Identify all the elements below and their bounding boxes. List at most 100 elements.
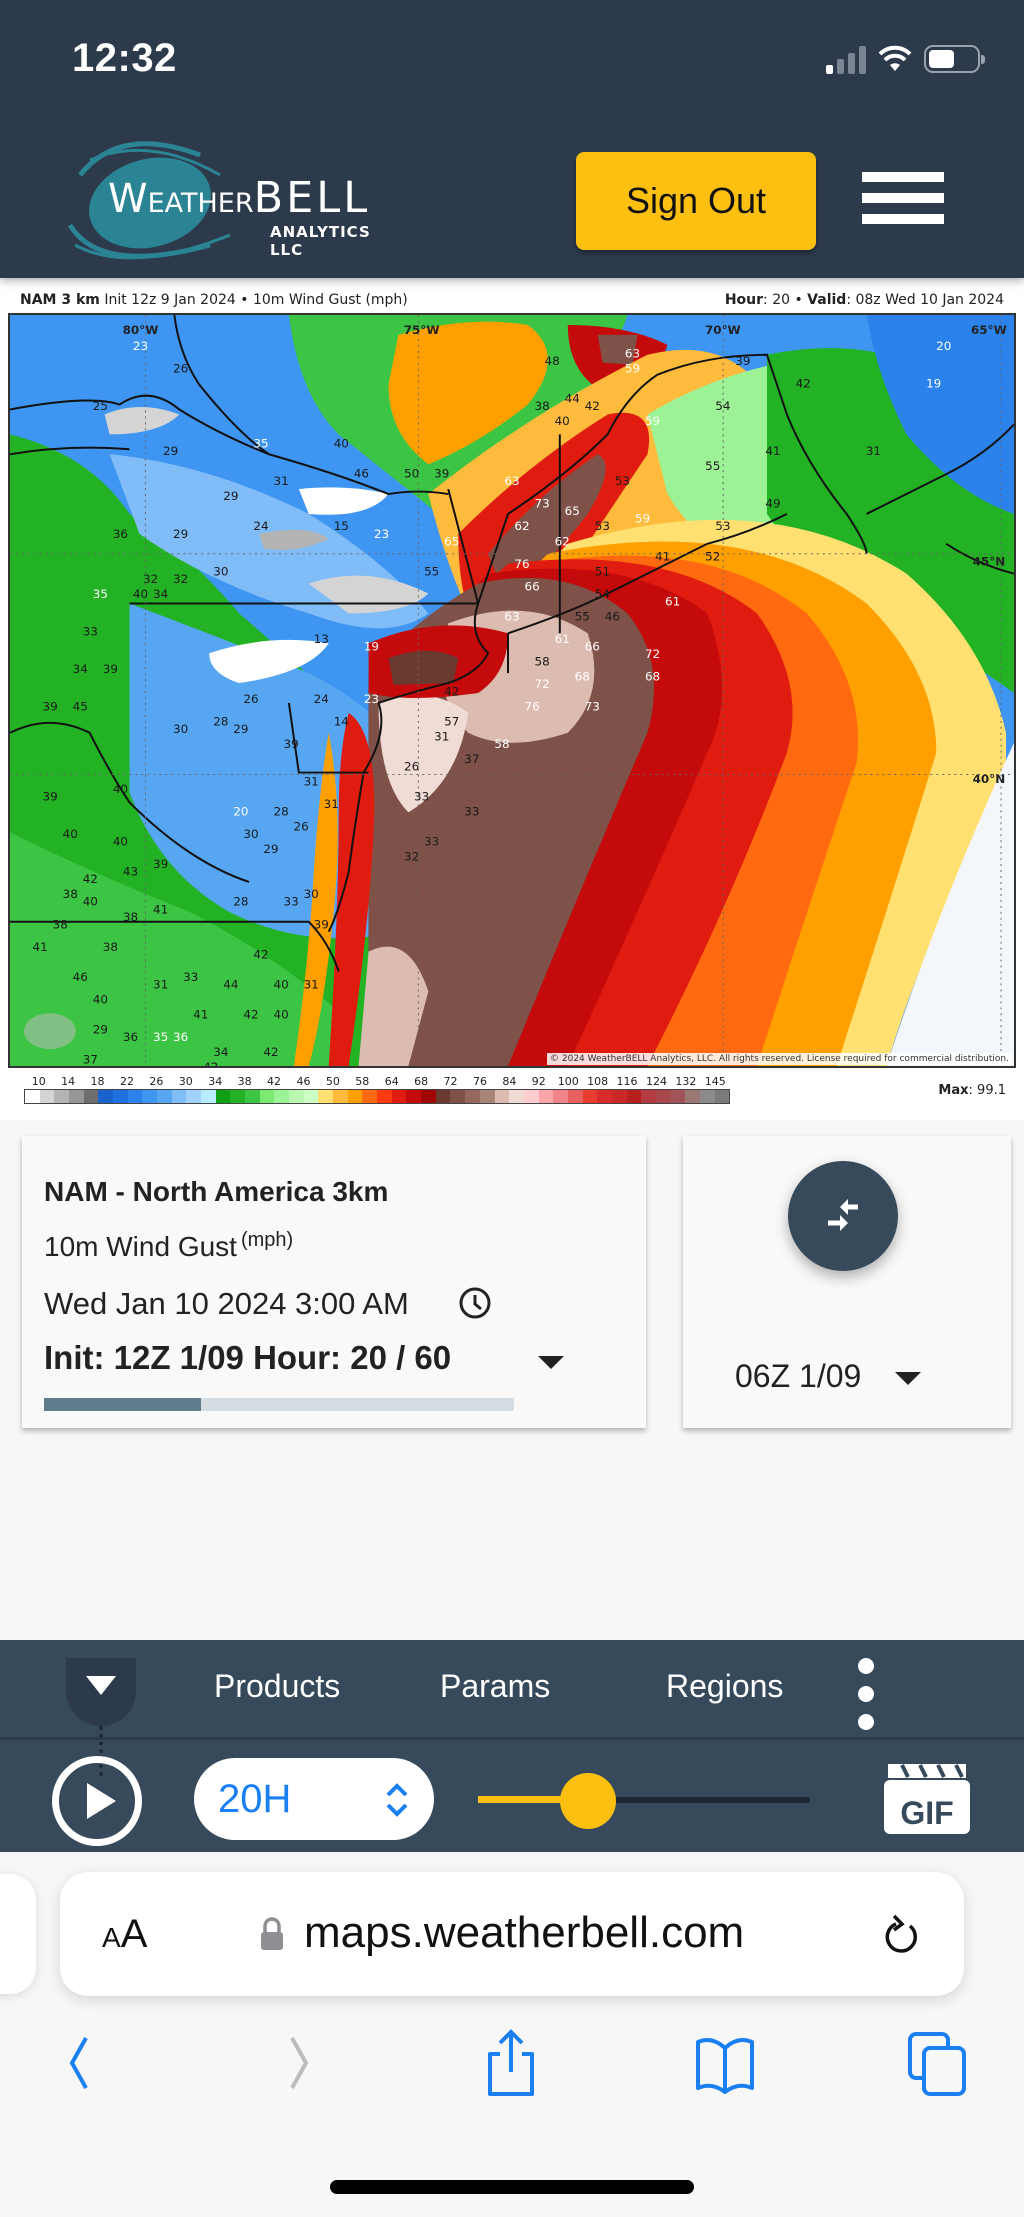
station-value: 34: [153, 587, 168, 601]
station-value: 66: [585, 639, 600, 653]
tab-params[interactable]: Params: [440, 1668, 550, 1705]
forecast-map-panel: NAM 3 km Init 12z 9 Jan 2024 • 10m Wind …: [0, 280, 1024, 1120]
station-value: 39: [735, 354, 750, 368]
station-value: 23: [364, 692, 379, 706]
clock-icon[interactable]: [458, 1286, 492, 1320]
station-value: 23: [374, 527, 389, 541]
station-value: 35: [153, 1030, 168, 1044]
station-value: 29: [93, 1022, 108, 1036]
battery-icon: [924, 45, 985, 73]
station-value: 38: [53, 917, 68, 931]
previous-tab-peek[interactable]: [0, 1874, 36, 1994]
station-value: 49: [765, 497, 780, 511]
back-icon[interactable]: [56, 2028, 122, 2098]
hamburger-menu-icon[interactable]: [862, 172, 944, 228]
share-icon[interactable]: [478, 2028, 544, 2098]
colorbar-swatch: [641, 1090, 656, 1103]
hour-dropdown-caret-icon[interactable]: [538, 1356, 564, 1369]
station-value: 35: [93, 587, 108, 601]
station-value: 46: [354, 467, 369, 481]
tabs-icon[interactable]: [904, 2028, 970, 2098]
station-value: 23: [133, 339, 148, 353]
colorbar-swatch: [699, 1090, 715, 1103]
station-value: 36: [113, 527, 128, 541]
station-value: 76: [524, 700, 539, 714]
station-value: 33: [424, 835, 439, 849]
station-value: 59: [645, 414, 660, 428]
compare-button[interactable]: [788, 1161, 898, 1271]
grid-label: 65°W: [971, 323, 1007, 337]
colorbar-label: 84: [502, 1075, 517, 1088]
station-value: 39: [43, 700, 58, 714]
grid-label: 80°W: [123, 323, 159, 337]
colorbar-label: 116: [616, 1075, 638, 1088]
collapse-toggle[interactable]: [66, 1658, 136, 1726]
forward-icon[interactable]: [272, 2028, 338, 2098]
play-icon: [87, 1783, 116, 1819]
colorbar-swatch: [714, 1090, 730, 1103]
address-bar[interactable]: AA maps.weatherbell.com: [60, 1872, 964, 1996]
station-value: 63: [504, 474, 519, 488]
reload-icon[interactable]: [880, 1912, 926, 1962]
weatherbell-logo[interactable]: WEATHERBELL ANALYTICS LLC: [60, 135, 400, 265]
station-value: 26: [243, 692, 258, 706]
station-value: 42: [444, 684, 459, 698]
init-hour-selector[interactable]: Init: 12Z 1/09 Hour: 20 / 60: [44, 1339, 451, 1377]
time-slider[interactable]: [478, 1773, 810, 1829]
url-text[interactable]: maps.weatherbell.com: [304, 1908, 744, 1958]
status-time: 12:32: [72, 36, 177, 80]
home-indicator: [330, 2180, 694, 2194]
station-value: 54: [595, 587, 610, 601]
station-value: 38: [535, 399, 550, 413]
colorbar-label: 76: [472, 1075, 487, 1088]
bookmarks-icon[interactable]: [692, 2028, 758, 2098]
tab-products[interactable]: Products: [214, 1668, 340, 1705]
app-header: 12:32 WEATHERBELL ANALYTICS LLC Sign Out: [0, 0, 1024, 278]
station-value: 25: [93, 399, 108, 413]
station-value: 40: [63, 827, 78, 841]
sign-out-button[interactable]: Sign Out: [576, 152, 816, 250]
map-watermark-logo: [23, 1013, 76, 1050]
station-value: 31: [304, 977, 319, 991]
station-value: 53: [595, 519, 610, 533]
station-value: 43: [123, 865, 138, 879]
play-button[interactable]: [52, 1756, 142, 1846]
station-value: 20: [233, 805, 248, 819]
colorbar-swatch: [25, 1090, 40, 1103]
reader-text-size-button[interactable]: AA: [102, 1912, 147, 1957]
station-value: 41: [153, 902, 168, 916]
colorbar-swatch: [142, 1090, 158, 1103]
station-value: 33: [284, 895, 299, 909]
field-brown-sne: [388, 650, 459, 686]
station-value: 28: [273, 805, 288, 819]
colorbar-swatch: [186, 1090, 202, 1103]
station-value: 40: [113, 782, 128, 796]
station-value: 59: [635, 512, 650, 526]
more-options-icon[interactable]: [854, 1658, 878, 1738]
station-value: 61: [665, 594, 680, 608]
run-dropdown-caret-icon[interactable]: [895, 1372, 921, 1385]
colorbar-label: 46: [296, 1075, 311, 1088]
cellular-signal-icon: [826, 44, 866, 74]
station-value: 42: [203, 1060, 218, 1068]
station-value: 40: [93, 992, 108, 1006]
lock-icon: [261, 1917, 283, 1950]
station-value: 33: [183, 970, 198, 984]
gif-export-icon[interactable]: GIF: [882, 1762, 972, 1836]
tab-regions[interactable]: Regions: [666, 1668, 783, 1705]
station-value: 30: [213, 564, 228, 578]
station-value: 55: [424, 564, 439, 578]
colorbar-label: 108: [587, 1075, 609, 1088]
station-value: 32: [404, 850, 419, 864]
model-info-card: NAM - North America 3km 10m Wind Gust (mp…: [22, 1136, 646, 1428]
station-value: 65: [565, 504, 580, 518]
station-value: 35: [253, 437, 268, 451]
comparison-run-selector[interactable]: 06Z 1/09: [735, 1358, 861, 1395]
colorbar-swatch: [685, 1090, 700, 1103]
slider-thumb[interactable]: [559, 1773, 616, 1829]
colorbar-swatch: [39, 1090, 55, 1103]
forecast-hour-select[interactable]: 20H: [194, 1758, 434, 1840]
nav-tabs-row: Products Params Regions: [0, 1640, 1024, 1740]
wind-gust-map[interactable]: 80°W 75°W 70°W 65°W 45°N 40°N 23 26 25 29 29 24 29 3…: [8, 313, 1016, 1068]
station-value: 29: [223, 489, 238, 503]
